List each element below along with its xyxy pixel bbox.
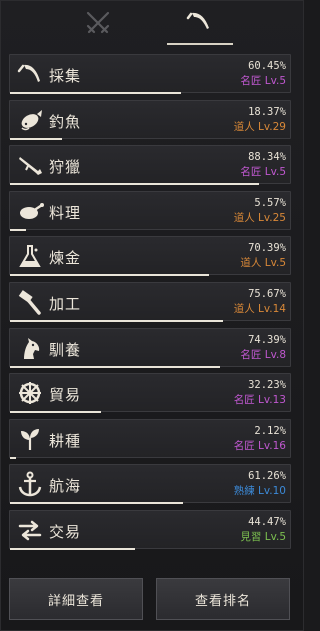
skill-name: 狩獵 bbox=[49, 158, 82, 177]
skill-progress-percent: 70.39% bbox=[248, 242, 286, 255]
tab-life-skills[interactable] bbox=[175, 5, 225, 41]
skill-rank-level: 熟練 Lv.10 bbox=[233, 485, 286, 498]
skill-progress-bar bbox=[10, 456, 16, 459]
skill-progress-percent: 61.26% bbox=[248, 470, 286, 483]
skill-rank-level: 名匠 Lv.5 bbox=[240, 166, 286, 179]
skill-name: 加工 bbox=[49, 294, 82, 313]
skill-progress-bar bbox=[10, 502, 183, 505]
sprout-icon bbox=[21, 428, 39, 450]
hammer-icon bbox=[18, 290, 41, 315]
rifle-icon bbox=[19, 157, 42, 176]
skill-name: 煉金 bbox=[49, 249, 82, 268]
skill-row[interactable]: 釣魚 18.37% 道人 Lv.29 bbox=[9, 99, 291, 140]
skill-row[interactable]: 耕種 2.12% 名匠 Lv.16 bbox=[9, 418, 291, 459]
flask-icon bbox=[19, 245, 41, 268]
view-ranking-button[interactable]: 查看排名 bbox=[156, 578, 290, 620]
skill-progress-bar bbox=[10, 92, 181, 94]
skill-row[interactable]: 採集 60.45% 名匠 Lv.5 bbox=[9, 54, 291, 94]
skill-progress-percent: 32.23% bbox=[248, 379, 286, 392]
skill-progress-bar bbox=[10, 228, 26, 231]
skill-name: 貿易 bbox=[49, 386, 82, 405]
skill-rank-level: 道人 Lv.5 bbox=[240, 257, 286, 270]
skill-name: 料理 bbox=[49, 203, 82, 222]
skill-name: 馴養 bbox=[49, 340, 82, 359]
skill-rank-level: 道人 Lv.29 bbox=[233, 120, 286, 133]
skill-progress-bar bbox=[10, 274, 209, 277]
skill-row[interactable]: 貿易 32.23% 名匠 Lv.13 bbox=[9, 373, 291, 414]
sickle-icon bbox=[17, 64, 40, 82]
skill-rank-level: 名匠 Lv.8 bbox=[240, 348, 286, 361]
skill-progress-bar bbox=[10, 319, 224, 322]
tab-bar bbox=[1, 1, 305, 47]
active-tab-indicator bbox=[167, 43, 233, 45]
life-skills-panel: 採集 60.45% 名匠 Lv.5 釣魚 18.37% 道人 Lv.29 狩獵 88.34% 名… bbox=[0, 0, 304, 631]
skill-progress-percent: 60.45% bbox=[248, 60, 286, 72]
skill-row[interactable]: 煉金 70.39% 道人 Lv.5 bbox=[9, 236, 291, 277]
skill-progress-percent: 88.34% bbox=[248, 151, 286, 164]
skill-name: 交易 bbox=[49, 522, 82, 541]
skill-list: 採集 60.45% 名匠 Lv.5 釣魚 18.37% 道人 Lv.29 狩獵 88.34% 名… bbox=[9, 54, 291, 556]
skill-row[interactable]: 加工 75.67% 道人 Lv.14 bbox=[9, 281, 291, 322]
skill-progress-bar bbox=[10, 137, 62, 140]
anchor-icon bbox=[18, 471, 42, 497]
skill-rank-level: 道人 Lv.25 bbox=[233, 211, 286, 224]
skill-rank-level: 名匠 Lv.13 bbox=[233, 394, 286, 407]
skill-rank-level: 名匠 Lv.16 bbox=[233, 439, 286, 452]
skill-name: 採集 bbox=[49, 67, 82, 85]
skill-row[interactable]: 狩獵 88.34% 名匠 Lv.5 bbox=[9, 145, 291, 186]
fish-icon bbox=[21, 109, 42, 130]
skill-name: 釣魚 bbox=[49, 112, 82, 131]
crossed-swords-icon bbox=[86, 11, 110, 34]
skill-name: 航海 bbox=[49, 477, 82, 496]
skill-rank-level: 名匠 Lv.5 bbox=[240, 75, 286, 87]
skill-row[interactable]: 航海 61.26% 熟練 Lv.10 bbox=[9, 464, 291, 505]
skill-row[interactable]: 交易 44.47% 見習 Lv.5 bbox=[9, 509, 291, 550]
skill-progress-bar bbox=[10, 365, 220, 368]
skill-progress-percent: 75.67% bbox=[248, 287, 286, 300]
ship-wheel-icon bbox=[19, 382, 41, 405]
skill-rank-level: 道人 Lv.14 bbox=[233, 302, 286, 315]
sickle-icon bbox=[186, 12, 209, 29]
horse-head-icon bbox=[24, 337, 40, 359]
exchange-arrows-icon bbox=[18, 520, 42, 541]
skill-rank-level: 見習 Lv.5 bbox=[240, 530, 286, 543]
tab-combat[interactable] bbox=[73, 5, 123, 41]
skill-row[interactable]: 馴養 74.39% 名匠 Lv.8 bbox=[9, 327, 291, 368]
skill-row[interactable]: 料理 5.57% 道人 Lv.25 bbox=[9, 190, 291, 231]
skill-name: 耕種 bbox=[49, 431, 82, 450]
skill-progress-percent: 2.12% bbox=[254, 424, 286, 437]
roast-chicken-icon bbox=[20, 202, 44, 219]
view-details-button[interactable]: 詳細查看 bbox=[9, 578, 143, 620]
skill-progress-bar bbox=[10, 547, 136, 550]
skill-progress-bar bbox=[10, 411, 101, 414]
skill-progress-percent: 74.39% bbox=[248, 333, 286, 346]
skill-progress-percent: 18.37% bbox=[248, 105, 286, 118]
skill-progress-percent: 44.47% bbox=[248, 515, 286, 528]
skill-progress-bar bbox=[10, 183, 260, 186]
skill-progress-percent: 5.57% bbox=[254, 196, 286, 209]
